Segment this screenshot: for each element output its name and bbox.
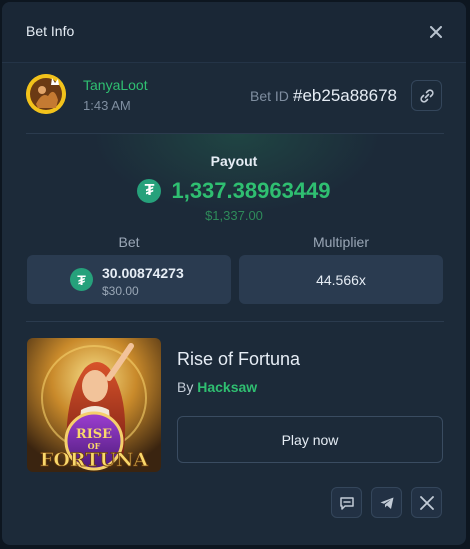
thumb-text-rise: RISE (76, 427, 112, 442)
multiplier-value: 44.566x (316, 271, 366, 288)
provider-link[interactable]: Hacksaw (197, 379, 257, 395)
copy-link-button[interactable] (411, 80, 442, 111)
bet-usd-value: $30.00 (102, 284, 139, 298)
game-thumbnail[interactable]: RISE OF FORTUNA (27, 338, 161, 472)
payout-usd-value: $1,337.00 (205, 208, 263, 223)
chat-icon (339, 496, 354, 510)
bet-info-modal: Bet Info TanyaLoot 1:43 AM Bet ID #eb25a… (2, 2, 466, 545)
tether-icon: ₮ (70, 268, 93, 291)
game-thumbnail-image: RISE OF FORTUNA (27, 338, 161, 472)
close-button[interactable] (426, 22, 446, 42)
multiplier-card: 44.566x (239, 255, 443, 304)
game-provider: By Hacksaw (177, 379, 257, 395)
close-icon (430, 26, 442, 38)
divider (26, 321, 444, 322)
tether-icon: ₮ (137, 179, 162, 203)
payout-amount: 1,337.38963449 (171, 178, 331, 203)
user-avatar-image (26, 74, 66, 114)
modal-title: Bet Info (26, 23, 75, 39)
bet-time: 1:43 AM (83, 98, 131, 113)
username-link[interactable]: TanyaLoot (83, 77, 148, 93)
payout-label: Payout (210, 153, 258, 169)
bet-label: Bet (118, 234, 140, 250)
bet-id-label: Bet ID (250, 88, 289, 104)
bet-amount-card: ₮ 30.00874273 $30.00 (27, 255, 231, 304)
multiplier-label: Multiplier (312, 234, 369, 250)
provider-prefix: By (177, 379, 194, 395)
share-x-button[interactable] (411, 487, 442, 518)
avatar[interactable] (26, 74, 66, 114)
share-chat-button[interactable] (331, 487, 362, 518)
share-telegram-button[interactable] (371, 487, 402, 518)
thumb-text-fortuna: FORTUNA (40, 449, 149, 471)
link-icon (419, 88, 434, 103)
telegram-icon (380, 497, 393, 509)
x-icon (419, 495, 434, 510)
bet-amount: 30.00874273 (102, 265, 184, 281)
bet-id-value: #eb25a88678 (293, 86, 398, 105)
game-title[interactable]: Rise of Fortuna (177, 349, 300, 370)
modal-header: Bet Info (2, 2, 466, 63)
play-now-button[interactable]: Play now (177, 416, 443, 463)
payout-row: ₮ 1,337.38963449 (2, 178, 466, 204)
